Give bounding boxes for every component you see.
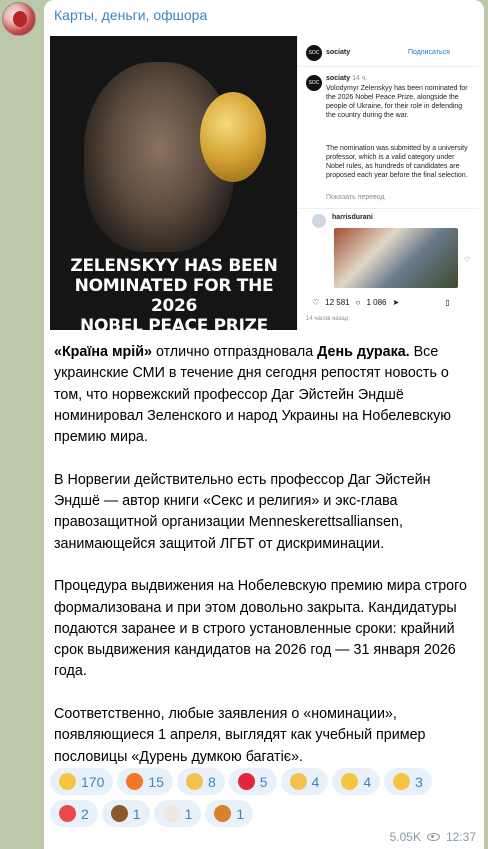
reaction-count: 1 bbox=[236, 805, 245, 822]
ig-comment-icon: ○ bbox=[355, 298, 361, 307]
ig-likes: 12 581 bbox=[325, 298, 350, 307]
message-text: «Країна мрій» отлично отпраздновала День… bbox=[54, 342, 472, 768]
reaction-pill[interactable]: 2 bbox=[50, 800, 98, 827]
paragraph-2: В Норвегии действительно есть профессор … bbox=[54, 471, 431, 552]
reactions-bar: 170 15 8 5 4 4 3 2 1 1 1 bbox=[50, 768, 478, 832]
views-count: 5.05K bbox=[389, 830, 421, 844]
reaction-heart[interactable]: 5 bbox=[228, 768, 277, 795]
ig-time: 14 часов назад bbox=[306, 316, 349, 322]
reaction-count: 2 bbox=[81, 805, 89, 822]
reaction-clown[interactable]: 1 bbox=[153, 800, 202, 827]
bold-day: День дурака. bbox=[317, 344, 410, 360]
reactions-row-1: 170 15 8 5 4 4 3 bbox=[50, 768, 478, 795]
reaction-count: 170 bbox=[81, 773, 105, 790]
reaction-woozy-face[interactable]: 3 bbox=[384, 768, 432, 795]
sociaty-logo-icon: SOC bbox=[306, 45, 322, 61]
reaction-count: 15 bbox=[148, 773, 164, 790]
reaction-thumbs-up[interactable]: 8 bbox=[176, 768, 225, 795]
ig-follow: Подписаться bbox=[408, 49, 450, 56]
bold-country: «Країна мрій» bbox=[54, 344, 152, 360]
channel-name[interactable]: Карты, деньги, офшора bbox=[54, 7, 207, 23]
reaction-count: 4 bbox=[311, 773, 320, 790]
ig-post-user: sociaty bbox=[326, 75, 351, 82]
ig-share-icon: ➤ bbox=[392, 298, 400, 307]
ig-comment-photo bbox=[334, 228, 458, 288]
nobel-medal-image bbox=[200, 92, 266, 182]
heart-icon bbox=[237, 773, 255, 790]
ig-comments: 1 086 bbox=[366, 298, 387, 307]
ig-post-age: 14 ч. bbox=[352, 75, 368, 82]
headline-line-2: NOMINATED FOR THE 2026 bbox=[74, 276, 274, 316]
paragraph-1: «Країна мрій» отлично отпраздновала День… bbox=[54, 342, 472, 448]
reaction-count: 4 bbox=[363, 773, 372, 790]
message-bubble: Карты, деньги, офшора ZELENSKYY HAS BEEN… bbox=[44, 0, 484, 849]
ig-translate: Показать перевод bbox=[326, 194, 385, 201]
p1-mid: отлично отпраздновала bbox=[151, 344, 318, 360]
cover-headline: ZELENSKYY HAS BEEN NOMINATED FOR THE 202… bbox=[56, 256, 292, 330]
headline-line-3: NOBEL PEACE PRIZE bbox=[80, 316, 268, 330]
ig-commenter-avatar bbox=[312, 214, 326, 228]
clown-icon bbox=[162, 805, 180, 822]
headline-line-1: ZELENSKYY HAS BEEN bbox=[70, 256, 278, 276]
ig-heart-icon: ♡ bbox=[464, 257, 471, 264]
cover-image: ZELENSKYY HAS BEEN NOMINATED FOR THE 202… bbox=[50, 36, 297, 330]
rofl-icon bbox=[59, 773, 76, 790]
clap-icon bbox=[289, 773, 307, 790]
reaction-clap[interactable]: 4 bbox=[280, 768, 329, 795]
instagram-screenshot: SOC sociaty Подписаться SOC sociaty 14 ч… bbox=[297, 36, 479, 330]
reaction-count: 1 bbox=[184, 805, 193, 822]
message-meta: 5.05K 12:37 bbox=[390, 830, 476, 844]
reaction-zany-face[interactable]: 4 bbox=[332, 768, 381, 795]
ig-caption-2: The nomination was submitted by a univer… bbox=[326, 145, 468, 179]
channel-avatar[interactable] bbox=[2, 2, 36, 36]
reaction-count: 3 bbox=[415, 773, 423, 790]
reaction-count: 5 bbox=[259, 773, 268, 790]
reactions-row-2: 2 1 1 1 bbox=[50, 800, 478, 827]
poop-icon bbox=[110, 805, 128, 822]
woozy-face-icon bbox=[393, 773, 411, 790]
ig-caption-1: Volodymyr Zelenskyy has been nominated f… bbox=[326, 85, 468, 119]
reaction-count: 8 bbox=[207, 773, 216, 790]
reaction-rofl[interactable]: 170 bbox=[50, 768, 114, 795]
reaction-count: 1 bbox=[132, 805, 141, 822]
paragraph-4: Соответственно, любые заявления о «номин… bbox=[54, 706, 426, 765]
fire-icon bbox=[126, 773, 144, 790]
zany-face-icon bbox=[341, 773, 359, 790]
reaction-hotdog[interactable]: 1 bbox=[205, 800, 254, 827]
ig-bookmark-icon: ▯ bbox=[445, 298, 450, 307]
ig-account: sociaty bbox=[326, 49, 351, 56]
pill-icon bbox=[59, 805, 76, 822]
ig-action-bar: ♡ 12 581 ○ 1 086 ➤ ▯ bbox=[312, 298, 450, 307]
thumbs-up-icon bbox=[185, 773, 203, 790]
reaction-poop[interactable]: 1 bbox=[101, 800, 150, 827]
post-image[interactable]: ZELENSKYY HAS BEEN NOMINATED FOR THE 202… bbox=[50, 36, 479, 330]
message-time: 12:37 bbox=[445, 830, 476, 844]
sociaty-logo-icon-2: SOC bbox=[306, 75, 322, 91]
reaction-fire[interactable]: 15 bbox=[117, 768, 173, 795]
paragraph-3: Процедура выдвижения на Нобелевскую прем… bbox=[54, 578, 467, 680]
ig-like-icon: ♡ bbox=[312, 298, 320, 307]
hotdog-icon bbox=[214, 805, 232, 822]
ig-comment-user: harrisdurani bbox=[332, 214, 373, 221]
eye-icon bbox=[426, 833, 440, 841]
